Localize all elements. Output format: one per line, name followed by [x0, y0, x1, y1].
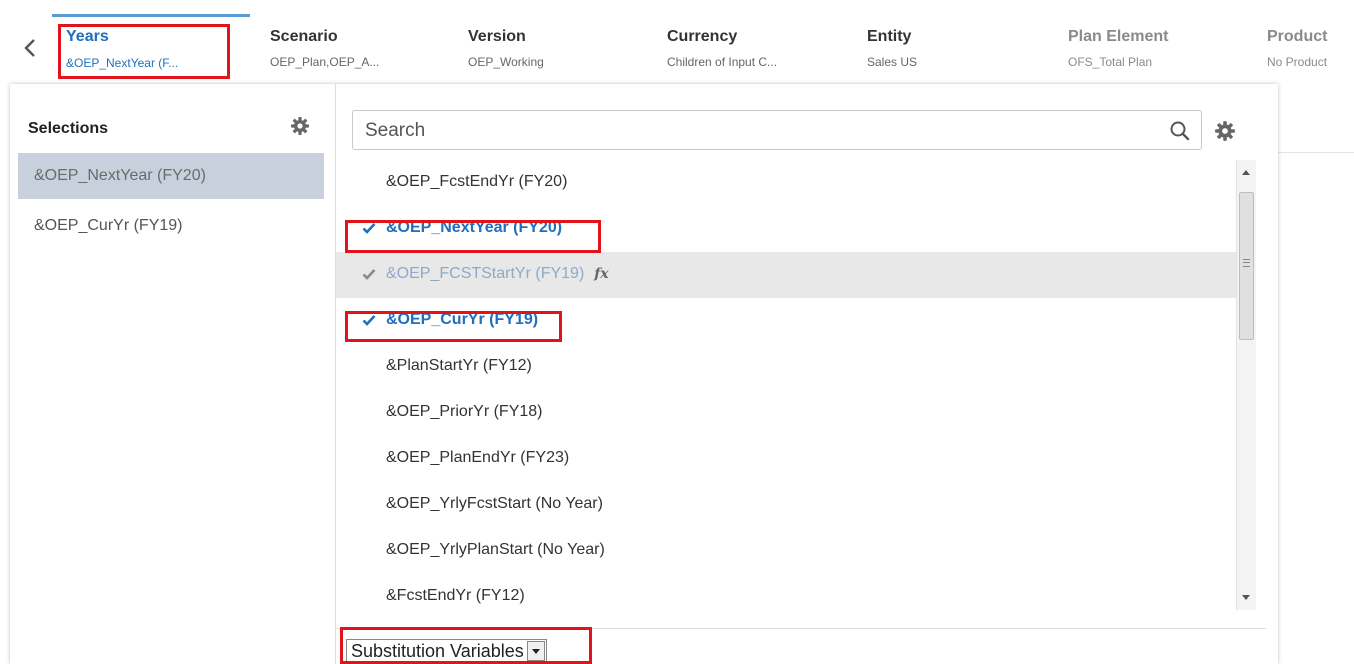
- member-row[interactable]: &FcstEndYr (FY12): [336, 574, 1236, 620]
- member-label-group: &OEP_FCSTStartYr (FY19) fx: [386, 265, 609, 283]
- member-label: &OEP_YrlyPlanStart (No Year): [386, 541, 605, 558]
- member-label: &OEP_PlanEndYr (FY23): [386, 449, 570, 466]
- member-row[interactable]: &OEP_CurYr (FY19): [336, 298, 1236, 344]
- search-input[interactable]: [363, 115, 1147, 147]
- chevron-left-icon[interactable]: [20, 37, 42, 59]
- selection-item-label: &OEP_NextYear (FY20): [34, 167, 206, 184]
- dimension-tab-years[interactable]: Years &OEP_NextYear (F...: [52, 14, 250, 81]
- dimension-name: Currency: [667, 28, 738, 45]
- member-label: &OEP_CurYr (FY19): [386, 311, 539, 328]
- dimension-tab-currency[interactable]: Currency Children of Input C...: [667, 14, 847, 78]
- member-label: &FcstEndYr (FY12): [386, 587, 525, 604]
- member-label: &OEP_NextYear (FY20): [386, 219, 563, 236]
- member-row[interactable]: &OEP_PriorYr (FY18): [336, 390, 1236, 436]
- scroll-down-icon[interactable]: [1242, 595, 1250, 600]
- gear-icon[interactable]: [290, 116, 310, 136]
- dimension-bar: Years &OEP_NextYear (F... Scenario OEP_P…: [0, 0, 1354, 84]
- dimension-name: Version: [468, 28, 526, 45]
- dimension-value: No Product: [1267, 55, 1328, 69]
- dimension-name: Plan Element: [1068, 28, 1169, 45]
- dimension-value: Children of Input C...: [667, 55, 778, 69]
- member-row[interactable]: &OEP_YrlyPlanStart (No Year): [336, 528, 1236, 574]
- checkmark-icon: [362, 223, 376, 234]
- members-column: &OEP_FcstEndYr (FY20) &OEP_NextYear (FY20…: [336, 84, 1278, 664]
- search-box[interactable]: [352, 110, 1202, 150]
- member-row[interactable]: &OEP_FCSTStartYr (FY19) fx: [336, 252, 1236, 298]
- dimension-tab-scenario[interactable]: Scenario OEP_Plan,OEP_A...: [270, 14, 440, 78]
- gear-icon[interactable]: [1214, 120, 1236, 142]
- formula-icon: fx: [594, 266, 609, 282]
- dimension-value: OEP_Plan,OEP_A...: [270, 55, 380, 69]
- divider: [336, 628, 1266, 629]
- member-row[interactable]: &PlanStartYr (FY12): [336, 344, 1236, 390]
- dimension-tab-plan-element[interactable]: Plan Element OFS_Total Plan: [1068, 14, 1228, 78]
- dimension-tab-entity[interactable]: Entity Sales US: [867, 14, 1007, 78]
- member-filter-dropdown[interactable]: Substitution Variables: [346, 639, 547, 663]
- dimension-value: &OEP_NextYear (F...: [66, 56, 179, 70]
- selection-item[interactable]: &OEP_CurYr (FY19): [18, 203, 324, 249]
- dimension-tab-version[interactable]: Version OEP_Working: [468, 14, 638, 78]
- dimension-value: Sales US: [867, 55, 918, 69]
- background-form-area: [1278, 84, 1354, 664]
- dimension-name: Product: [1267, 28, 1328, 45]
- member-label: &PlanStartYr (FY12): [386, 357, 532, 374]
- divider: [1278, 152, 1354, 153]
- selection-item[interactable]: &OEP_NextYear (FY20): [18, 153, 324, 199]
- dropdown-arrow-icon[interactable]: [526, 641, 545, 661]
- checkmark-icon: [362, 315, 376, 326]
- checkmark-icon: [362, 269, 376, 280]
- member-label: &OEP_FCSTStartYr (FY19): [386, 265, 585, 282]
- grip-icon: [1243, 259, 1250, 267]
- dimension-tab-product[interactable]: Product No Product: [1267, 14, 1354, 78]
- scroll-thumb[interactable]: [1239, 192, 1254, 340]
- member-label: &OEP_YrlyFcstStart (No Year): [386, 495, 603, 512]
- selection-item-label: &OEP_CurYr (FY19): [34, 217, 183, 234]
- member-row[interactable]: &OEP_PlanEndYr (FY23): [336, 436, 1236, 482]
- member-label: &OEP_PriorYr (FY18): [386, 403, 543, 420]
- member-label: &OEP_FcstEndYr (FY20): [386, 173, 568, 190]
- selections-column: Selections &OEP_NextYear (FY20) &OEP_Cur…: [10, 84, 336, 664]
- vertical-scrollbar[interactable]: [1236, 160, 1256, 610]
- search-icon[interactable]: [1169, 120, 1191, 142]
- dimension-name: Scenario: [270, 28, 338, 45]
- selections-title: Selections: [28, 120, 109, 137]
- member-list: &OEP_FcstEndYr (FY20) &OEP_NextYear (FY20…: [336, 160, 1236, 620]
- member-row[interactable]: &OEP_YrlyFcstStart (No Year): [336, 482, 1236, 528]
- dimension-value: OEP_Working: [468, 55, 544, 69]
- scroll-up-icon[interactable]: [1242, 170, 1250, 175]
- member-row[interactable]: &OEP_FcstEndYr (FY20): [336, 160, 1236, 206]
- dimension-name: Entity: [867, 28, 912, 45]
- dimension-name: Years: [66, 28, 109, 45]
- dimension-value: OFS_Total Plan: [1068, 55, 1153, 69]
- member-row[interactable]: &OEP_NextYear (FY20): [336, 206, 1236, 252]
- member-selector-panel: Selections &OEP_NextYear (FY20) &OEP_Cur…: [10, 84, 1278, 664]
- dropdown-selected-value: Substitution Variables: [351, 640, 524, 661]
